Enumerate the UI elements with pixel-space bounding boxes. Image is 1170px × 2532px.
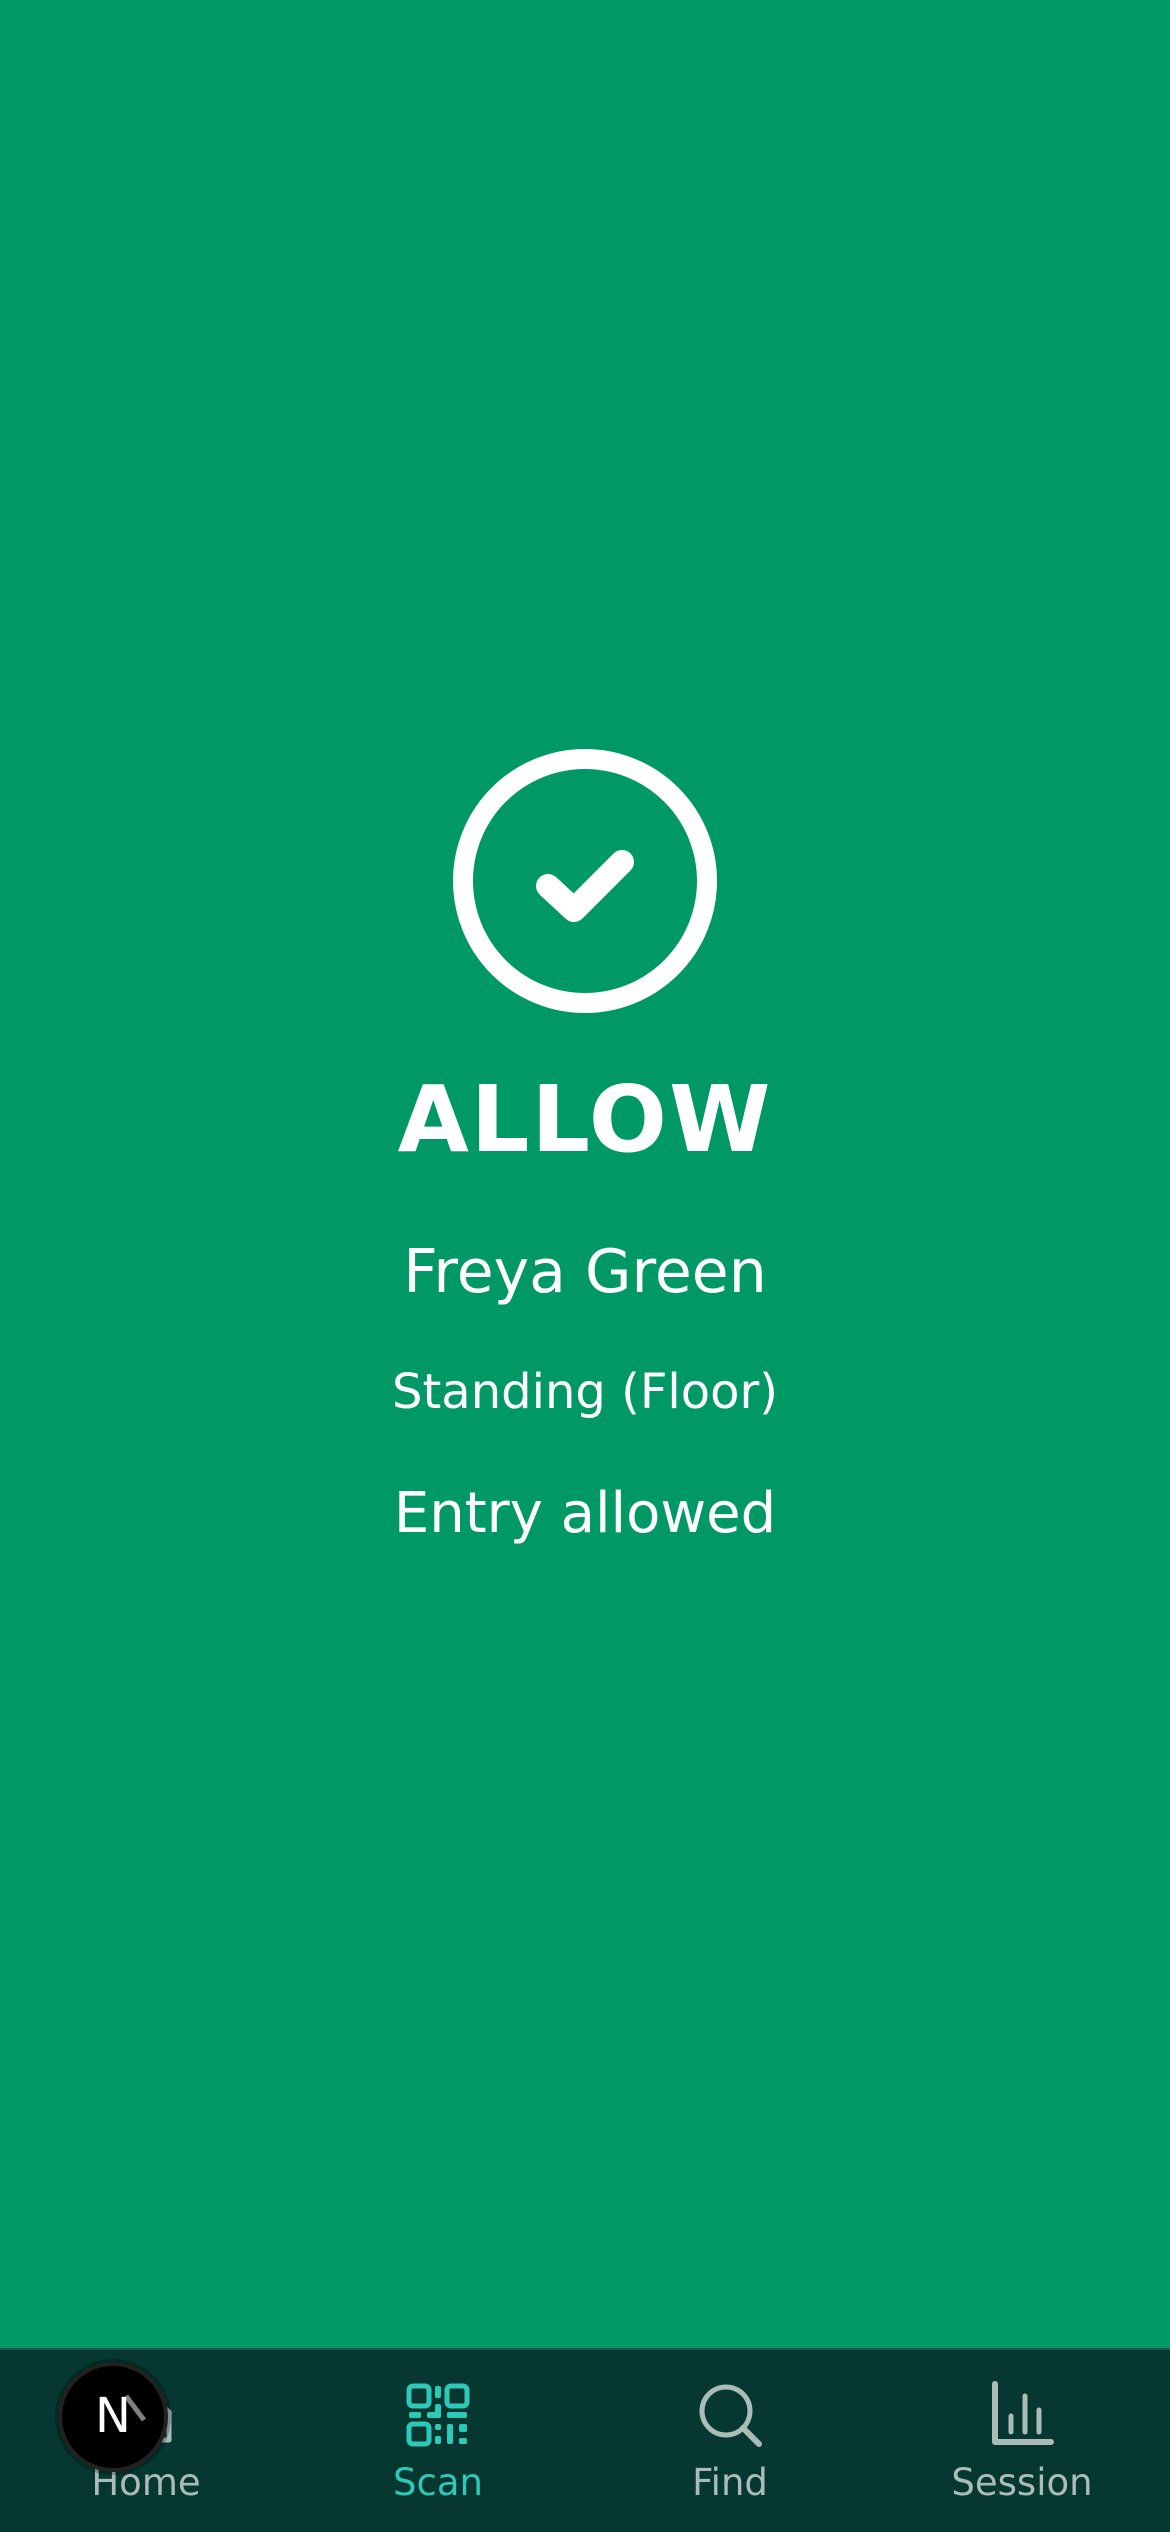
tab-session-label: Session bbox=[951, 2461, 1093, 2504]
entry-message: Entry allowed bbox=[393, 1481, 777, 1546]
nextjs-logo-icon: N bbox=[95, 2388, 146, 2444]
tab-home-label: Home bbox=[91, 2461, 201, 2504]
scan-result-screen: ALLOW Freya Green Standing (Floor) Entry… bbox=[0, 0, 1170, 2532]
tab-scan-label: Scan bbox=[393, 2461, 483, 2504]
tab-scan[interactable]: Scan bbox=[292, 2350, 584, 2532]
result-status-title: ALLOW bbox=[397, 1066, 773, 1173]
scan-result-panel: ALLOW Freya Green Standing (Floor) Entry… bbox=[0, 748, 1170, 1542]
qr-code-icon bbox=[406, 2383, 470, 2447]
tab-find[interactable]: Find bbox=[584, 2350, 876, 2532]
search-icon bbox=[699, 2384, 762, 2447]
bar-chart-icon bbox=[992, 2381, 1054, 2445]
dev-tools-badge[interactable]: N bbox=[58, 2362, 168, 2472]
check-circle-icon bbox=[453, 749, 717, 1013]
bottom-tab-bar: Home Scan Find Session bbox=[0, 2348, 1170, 2532]
tab-find-label: Find bbox=[692, 2461, 768, 2504]
ticket-type: Standing (Floor) bbox=[392, 1364, 778, 1420]
attendee-name: Freya Green bbox=[403, 1237, 767, 1307]
tab-session[interactable]: Session bbox=[876, 2350, 1168, 2532]
